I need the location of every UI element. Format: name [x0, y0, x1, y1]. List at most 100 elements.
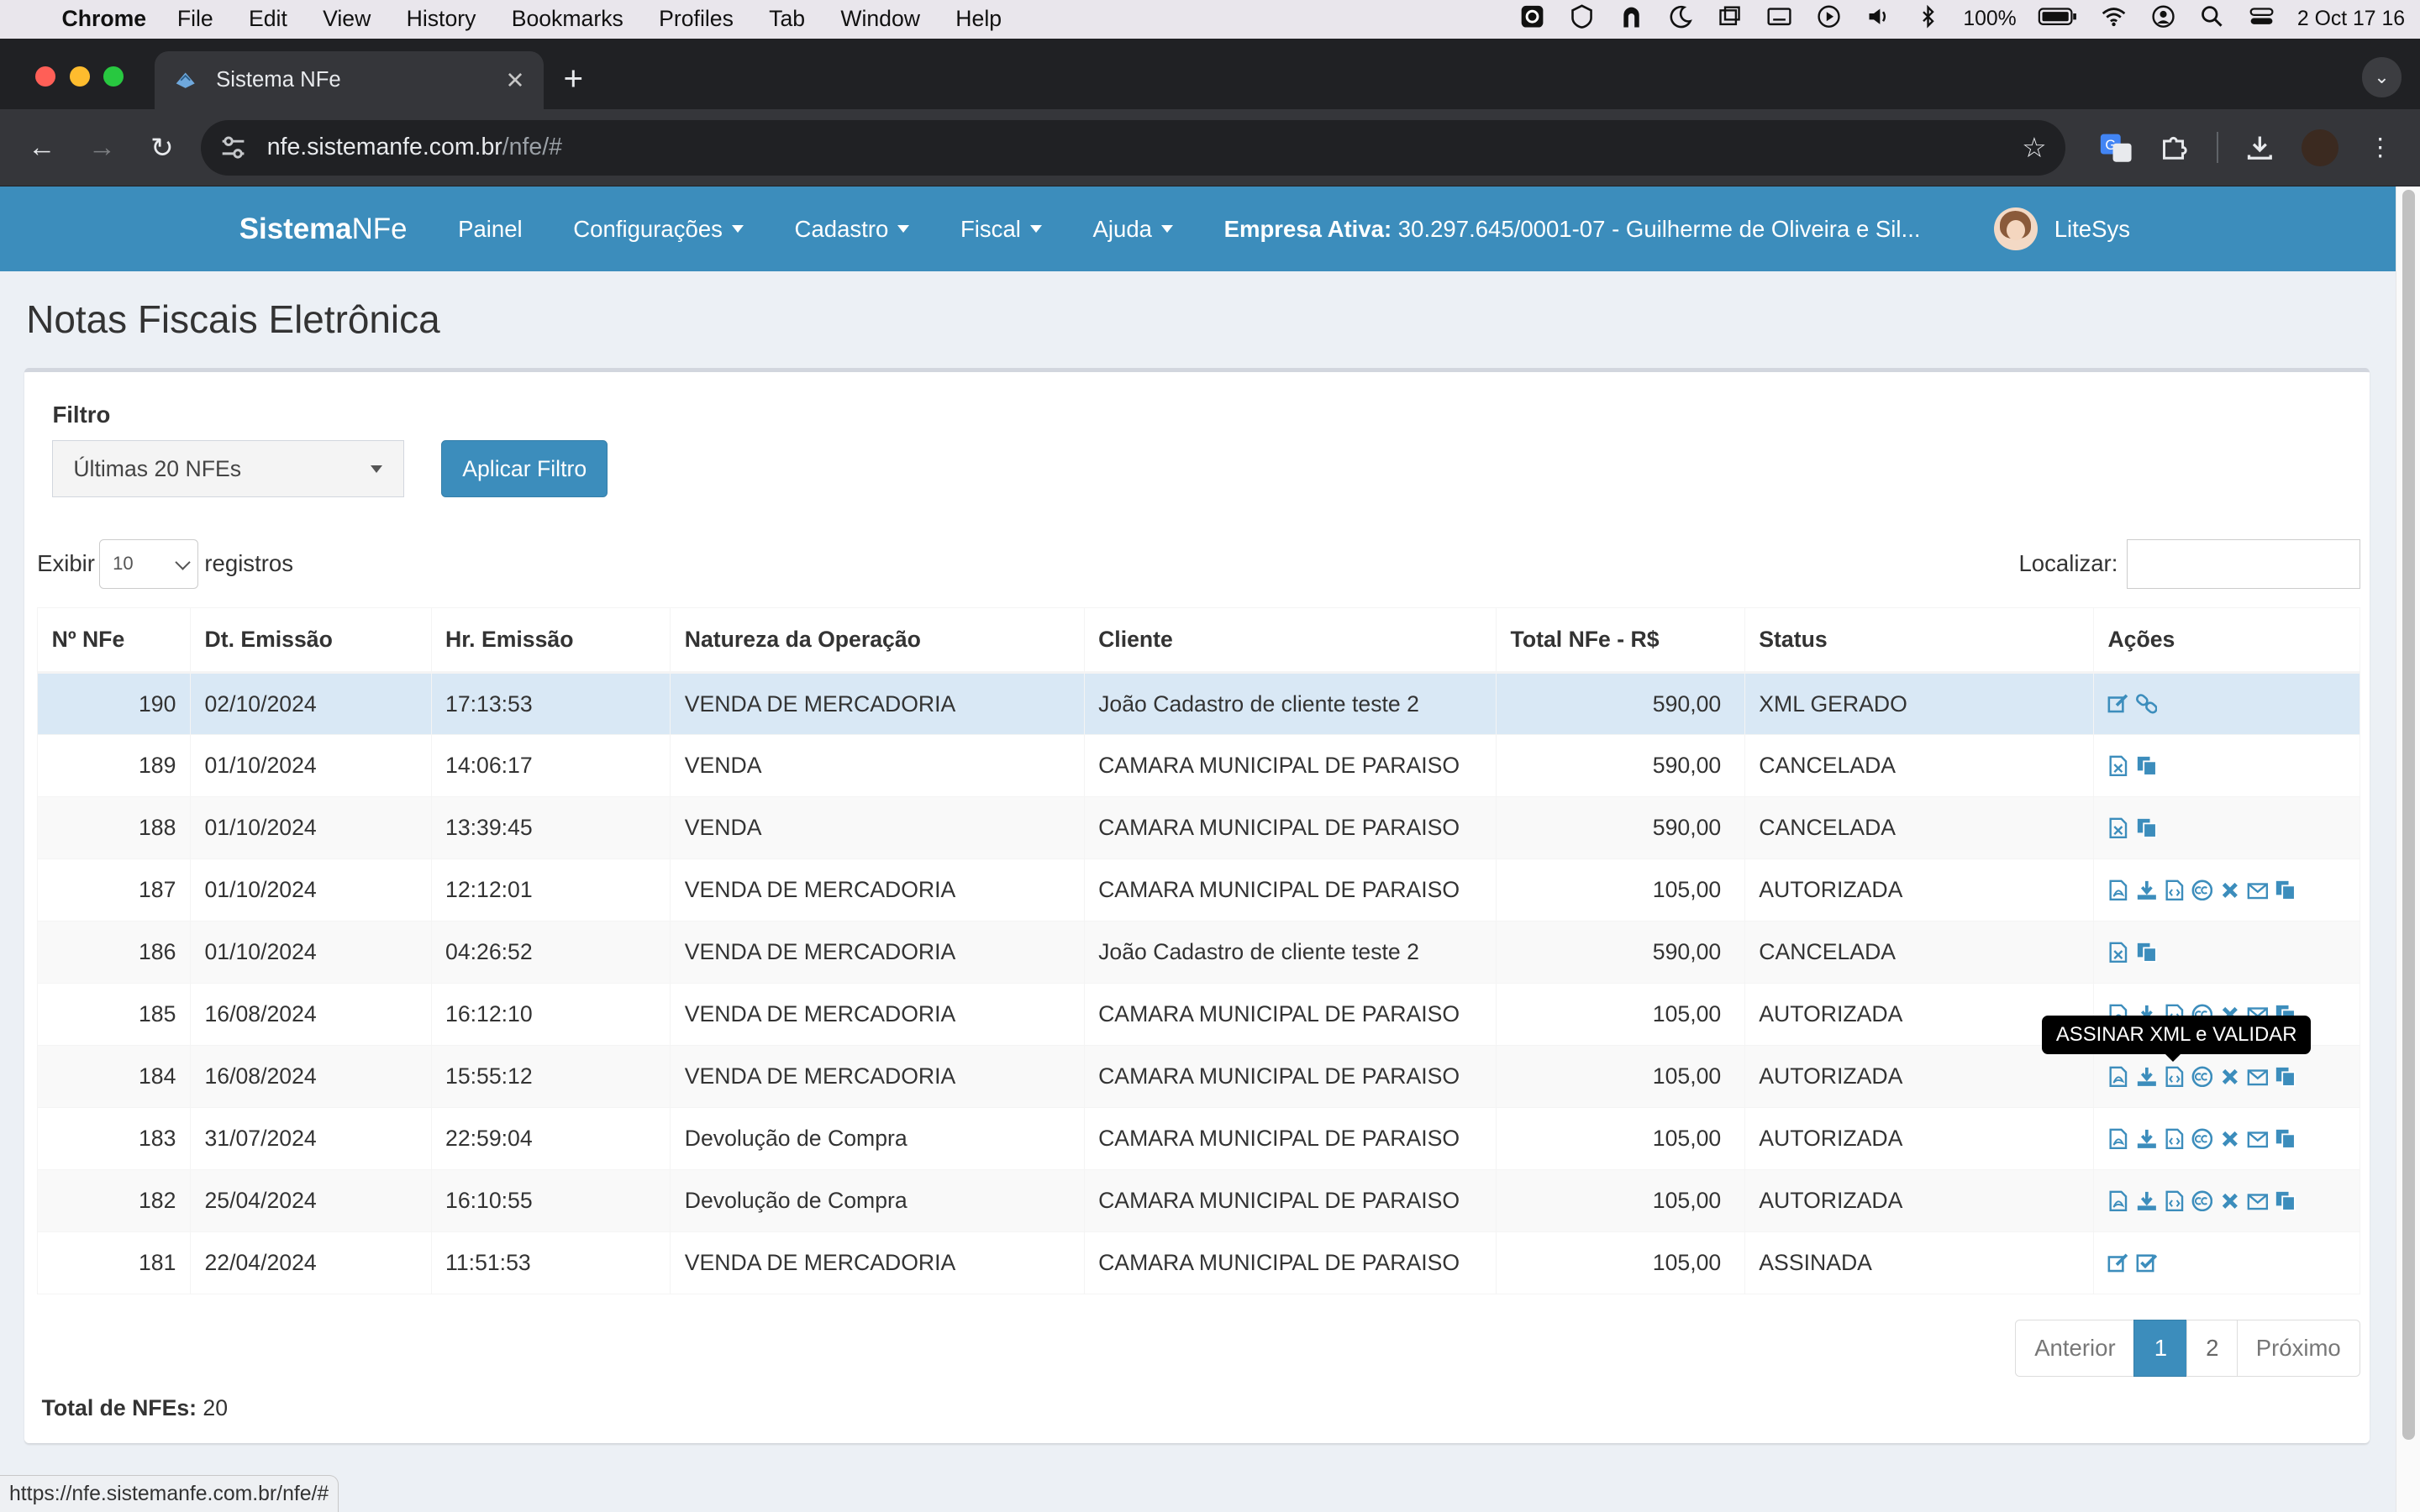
- download-icon[interactable]: [2136, 1190, 2158, 1212]
- nav-configuracoes[interactable]: Configurações: [573, 216, 744, 243]
- copy-icon[interactable]: [2136, 942, 2158, 963]
- menu-view[interactable]: View: [323, 6, 371, 32]
- tab-search-button[interactable]: ⌄: [2361, 56, 2402, 97]
- col-hora-emissao[interactable]: Hr. Emissão: [430, 606, 671, 674]
- table-row[interactable]: 182 25/04/2024 16:10:55 Devolução de Compra…: [37, 1169, 2360, 1233]
- grammarly-icon[interactable]: [1518, 4, 1546, 34]
- xml-file-icon[interactable]: [2107, 755, 2129, 777]
- apply-filter-button[interactable]: Aplicar Filtro: [441, 440, 608, 498]
- nav-ajuda[interactable]: Ajuda: [1093, 216, 1173, 243]
- download-icon[interactable]: [2136, 1066, 2158, 1088]
- table-row[interactable]: 184 16/08/2024 15:55:12 VENDA DE MERCADORIA…: [37, 1045, 2360, 1109]
- user-account-icon[interactable]: [2149, 4, 2177, 34]
- col-natureza[interactable]: Natureza da Operação: [670, 606, 1085, 674]
- envelope-icon[interactable]: [2247, 1128, 2269, 1150]
- col-status[interactable]: Status: [1744, 606, 2094, 674]
- download-icon[interactable]: [2136, 879, 2158, 901]
- site-brand[interactable]: SistemaNFe: [239, 213, 408, 246]
- copy-icon[interactable]: [2136, 755, 2158, 777]
- menu-help[interactable]: Help: [955, 6, 1002, 32]
- xml-file-icon[interactable]: [2107, 817, 2129, 839]
- pdf-icon[interactable]: [2107, 879, 2129, 901]
- col-numero[interactable]: Nº NFe: [37, 606, 191, 674]
- pdf-icon[interactable]: [2107, 1128, 2129, 1150]
- cancel-icon[interactable]: [2219, 879, 2241, 901]
- zoom-window-button[interactable]: [103, 66, 124, 87]
- volume-icon[interactable]: [1865, 4, 1892, 34]
- reload-button[interactable]: ↻: [136, 122, 188, 174]
- downloads-icon[interactable]: [2243, 131, 2276, 165]
- link-icon[interactable]: [2135, 693, 2158, 715]
- cc-icon[interactable]: [2191, 1190, 2213, 1212]
- keyboard-icon[interactable]: [1765, 4, 1793, 34]
- menu-profiles[interactable]: Profiles: [659, 6, 734, 32]
- play-icon[interactable]: [1815, 4, 1843, 34]
- google-translate-icon[interactable]: G: [2099, 131, 2133, 165]
- cc-icon[interactable]: [2191, 879, 2213, 901]
- nav-painel[interactable]: Painel: [458, 216, 523, 243]
- envelope-icon[interactable]: [2247, 1190, 2269, 1212]
- cc-icon[interactable]: [2191, 1128, 2213, 1150]
- copy-icon[interactable]: [2136, 817, 2158, 839]
- pagination-next[interactable]: Próximo: [2236, 1319, 2360, 1377]
- new-tab-button[interactable]: +: [564, 59, 584, 98]
- table-row[interactable]: 183 31/07/2024 22:59:04 Devolução de Compra…: [37, 1107, 2360, 1171]
- menu-bookmarks[interactable]: Bookmarks: [512, 6, 623, 32]
- page-scrollbar[interactable]: [2396, 186, 2420, 1512]
- table-row[interactable]: 181 22/04/2024 11:51:53 VENDA DE MERCADORIA…: [37, 1231, 2360, 1295]
- copy-icon[interactable]: [2275, 879, 2296, 901]
- clock[interactable]: 2 Oct 17 16: [2297, 8, 2405, 31]
- table-row[interactable]: 188 01/10/2024 13:39:45 VENDA CAMARA MUNICIP…: [37, 796, 2360, 860]
- address-bar[interactable]: nfe.sistemanfe.com.br/nfe/# ☆: [200, 119, 2065, 176]
- pdf-icon[interactable]: [2107, 1190, 2129, 1212]
- copy-icon[interactable]: [2275, 1066, 2296, 1088]
- table-row[interactable]: 186 01/10/2024 04:26:52 VENDA DE MERCADORIA…: [37, 921, 2360, 984]
- check-square-icon[interactable]: [2136, 1252, 2158, 1274]
- profile-avatar[interactable]: [2301, 129, 2338, 166]
- cc-icon[interactable]: [2191, 1066, 2213, 1088]
- spotlight-search-icon[interactable]: [2198, 4, 2226, 34]
- nav-fiscal[interactable]: Fiscal: [960, 216, 1042, 243]
- menu-window[interactable]: Window: [840, 6, 920, 32]
- menu-edit[interactable]: Edit: [249, 6, 287, 32]
- page-length-select[interactable]: 10: [99, 539, 199, 589]
- chrome-menu-icon[interactable]: ⋮: [2363, 131, 2396, 165]
- pdf-icon[interactable]: [2107, 1066, 2129, 1088]
- windows-icon[interactable]: [1716, 4, 1744, 34]
- copy-icon[interactable]: [2275, 1190, 2296, 1212]
- code-file-icon[interactable]: [2164, 1190, 2186, 1212]
- forward-button[interactable]: →: [76, 122, 128, 174]
- wifi-icon[interactable]: [2100, 4, 2128, 34]
- filter-select[interactable]: Últimas 20 NFEs: [52, 440, 405, 498]
- download-icon[interactable]: [2136, 1128, 2158, 1150]
- search-input[interactable]: [2127, 539, 2360, 589]
- col-total[interactable]: Total NFe - R$: [1496, 606, 1745, 674]
- code-file-icon[interactable]: [2164, 1066, 2186, 1088]
- pagination-prev[interactable]: Anterior: [2015, 1319, 2135, 1377]
- cancel-icon[interactable]: [2219, 1066, 2241, 1088]
- envelope-icon[interactable]: [2247, 1066, 2269, 1088]
- nav-cadastro[interactable]: Cadastro: [795, 216, 910, 243]
- cancel-icon[interactable]: [2219, 1190, 2241, 1212]
- menu-history[interactable]: History: [407, 6, 476, 32]
- table-row[interactable]: 185 16/08/2024 16:12:10 VENDA DE MERCADORIA…: [37, 983, 2360, 1047]
- edit-icon[interactable]: [2107, 693, 2129, 715]
- extensions-puzzle-icon[interactable]: [2158, 131, 2191, 165]
- table-row[interactable]: 189 01/10/2024 14:06:17 VENDA CAMARA MUNICIP…: [37, 734, 2360, 798]
- envelope-icon[interactable]: [2247, 879, 2269, 901]
- close-tab-icon[interactable]: ✕: [505, 67, 524, 94]
- site-info-icon[interactable]: [219, 134, 247, 161]
- col-data-emissao[interactable]: Dt. Emissão: [189, 606, 432, 674]
- bluetooth-icon[interactable]: [1914, 4, 1942, 34]
- code-file-icon[interactable]: [2164, 879, 2186, 901]
- minimize-window-button[interactable]: [69, 66, 90, 87]
- moon-icon[interactable]: [1667, 4, 1695, 34]
- control-center-icon[interactable]: [2248, 4, 2275, 34]
- pagination-page-2[interactable]: 2: [2186, 1319, 2238, 1377]
- vpn-icon[interactable]: [1568, 4, 1596, 34]
- menu-tab[interactable]: Tab: [769, 6, 805, 32]
- code-file-icon[interactable]: [2164, 1128, 2186, 1150]
- cancel-icon[interactable]: [2219, 1128, 2241, 1150]
- close-window-button[interactable]: [35, 66, 56, 87]
- accessibility-icon[interactable]: [1618, 4, 1645, 34]
